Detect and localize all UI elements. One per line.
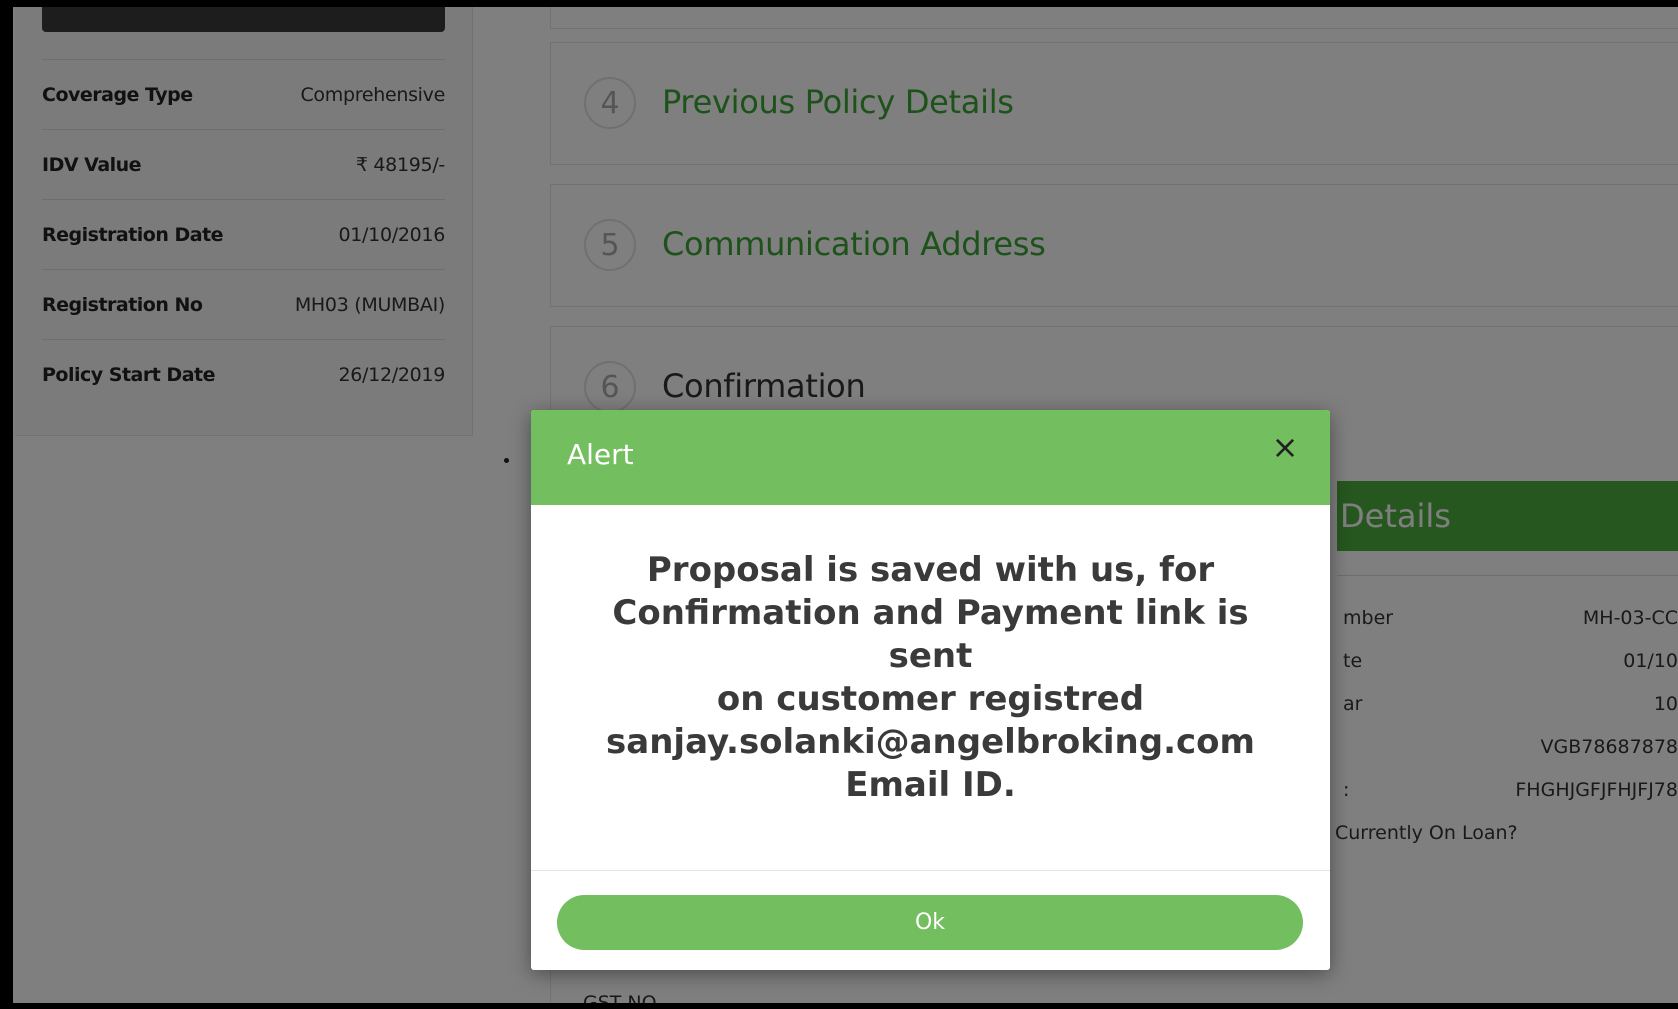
modal-header: Alert × — [531, 410, 1330, 505]
stray-dot — [504, 458, 509, 463]
ok-button[interactable]: Ok — [557, 895, 1303, 950]
screen: Coverage Type Comprehensive IDV Value ₹ … — [13, 7, 1678, 1003]
alert-modal: Alert × Proposal is saved with us, for C… — [531, 410, 1330, 970]
modal-footer: Ok — [531, 870, 1330, 970]
alert-message: Proposal is saved with us, for Confirmat… — [606, 549, 1255, 805]
modal-title: Alert — [567, 438, 634, 471]
modal-body: Proposal is saved with us, for Confirmat… — [531, 505, 1330, 870]
close-icon[interactable]: × — [1270, 431, 1300, 463]
